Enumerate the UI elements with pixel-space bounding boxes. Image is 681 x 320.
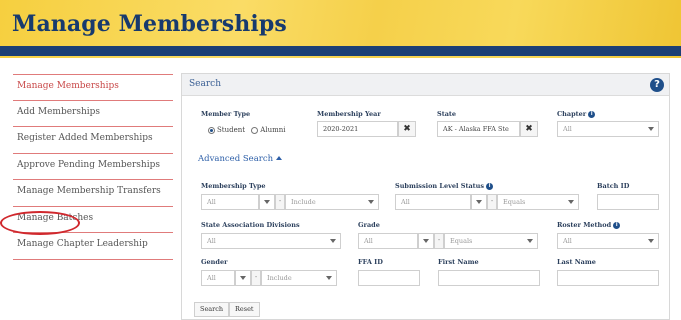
- search-panel-header: Search ?: [182, 74, 669, 96]
- chevron-down-icon: [476, 200, 482, 204]
- sidebar-item-add-memberships[interactable]: Add Memberships: [13, 101, 173, 127]
- gender-select[interactable]: All: [201, 270, 235, 286]
- search-panel: Search ? Member Type Student Alumni Memb…: [181, 73, 670, 320]
- membership-type-label: Membership Type: [201, 182, 266, 190]
- roster-method-select[interactable]: All: [557, 233, 659, 249]
- gender-operator[interactable]: Include: [261, 270, 337, 286]
- sidebar-item-approve-pending[interactable]: Approve Pending Memberships: [13, 154, 173, 180]
- gender-operator-value: Include: [267, 274, 292, 282]
- reset-button[interactable]: Reset: [229, 302, 260, 317]
- gender-dropdown[interactable]: [235, 270, 251, 286]
- membership-year-label: Membership Year: [317, 110, 381, 118]
- header-banner: Manage Memberships: [0, 0, 681, 58]
- chapter-label: Chapter i: [557, 110, 596, 118]
- info-icon[interactable]: i: [486, 182, 494, 190]
- submission-status-value: All: [401, 198, 410, 206]
- ffa-id-label: FFA ID: [358, 258, 383, 266]
- chevron-down-icon: [326, 276, 332, 280]
- submission-status-operator-value: Equals: [503, 198, 526, 206]
- submission-status-label: Submission Level Status i: [395, 182, 494, 190]
- grade-select[interactable]: All: [358, 233, 418, 249]
- last-name-label: Last Name: [557, 258, 596, 266]
- membership-type-dropdown[interactable]: [259, 194, 275, 210]
- grade-dropdown[interactable]: [418, 233, 434, 249]
- grade-operator-value: Equals: [450, 237, 473, 245]
- roster-method-label: Roster Method i: [557, 221, 621, 229]
- chevron-down-icon: [527, 239, 533, 243]
- info-icon[interactable]: i: [588, 110, 596, 118]
- sidebar-item-transfers[interactable]: Manage Membership Transfers: [13, 180, 173, 207]
- chevron-up-icon: [276, 156, 283, 160]
- radio-alumni-label: Alumni: [260, 126, 286, 134]
- chevron-down-icon: [240, 276, 246, 280]
- membership-year-select[interactable]: 2020-2021: [317, 121, 398, 137]
- chapter-select-value: All: [563, 125, 572, 133]
- grade-value: All: [364, 237, 373, 245]
- advanced-search-toggle[interactable]: Advanced Search: [198, 154, 283, 164]
- grade-label: Grade: [358, 221, 380, 229]
- membership-type-value: All: [207, 198, 216, 206]
- chapter-label-text: Chapter: [557, 110, 587, 118]
- advanced-search-label: Advanced Search: [198, 154, 274, 164]
- chevron-down-icon: [648, 127, 654, 131]
- submission-status-select[interactable]: All: [395, 194, 471, 210]
- grade-operator[interactable]: Equals: [444, 233, 538, 249]
- highlight-circle-annotation: [0, 211, 80, 235]
- chapter-select[interactable]: All: [557, 121, 659, 137]
- search-panel-title: Search: [189, 79, 221, 89]
- membership-type-operator[interactable]: Include: [285, 194, 379, 210]
- radio-student[interactable]: [208, 126, 215, 134]
- first-name-input[interactable]: [438, 270, 540, 286]
- membership-type-operator-value: Include: [291, 198, 316, 206]
- radio-alumni[interactable]: [251, 126, 259, 134]
- grade-dash: -: [434, 233, 444, 249]
- gender-label: Gender: [201, 258, 228, 266]
- batch-id-input[interactable]: [597, 194, 659, 210]
- radio-student-label: Student: [217, 126, 246, 134]
- page-title: Manage Memberships: [12, 11, 287, 37]
- state-label: State: [437, 110, 457, 118]
- state-divisions-value: All: [207, 237, 216, 245]
- search-button[interactable]: Search: [194, 302, 230, 317]
- chevron-down-icon: [568, 200, 574, 204]
- submission-status-operator[interactable]: Equals: [497, 194, 579, 210]
- chevron-down-icon: [368, 200, 374, 204]
- state-clear-button[interactable]: ✖: [520, 121, 538, 137]
- roster-method-value: All: [563, 237, 572, 245]
- membership-type-dash: -: [275, 194, 285, 210]
- roster-method-label-text: Roster Method: [557, 221, 612, 229]
- info-icon[interactable]: i: [613, 221, 621, 229]
- gender-value: All: [207, 274, 216, 282]
- member-type-label: Member Type: [201, 110, 251, 118]
- sidebar-item-manage-memberships[interactable]: Manage Memberships: [13, 74, 173, 101]
- state-divisions-label: State Association Divisions: [201, 221, 300, 229]
- chevron-down-icon: [264, 200, 270, 204]
- header-stripe: [0, 46, 681, 56]
- chevron-down-icon: [330, 239, 336, 243]
- membership-type-select[interactable]: All: [201, 194, 259, 210]
- sidebar-item-chapter-leadership[interactable]: Manage Chapter Leadership: [13, 233, 173, 260]
- membership-year-clear-button[interactable]: ✖: [398, 121, 416, 137]
- submission-status-dash: -: [487, 194, 497, 210]
- member-type-radios: Student Alumni: [208, 126, 285, 134]
- batch-id-label: Batch ID: [597, 182, 630, 190]
- ffa-id-input[interactable]: [358, 270, 420, 286]
- first-name-label: First Name: [438, 258, 479, 266]
- state-select[interactable]: AK - Alaska FFA Ste: [437, 121, 520, 137]
- chevron-down-icon: [423, 239, 429, 243]
- gender-dash: -: [251, 270, 261, 286]
- help-icon[interactable]: ?: [650, 78, 664, 92]
- sidebar-item-register-added[interactable]: Register Added Memberships: [13, 127, 173, 154]
- submission-status-label-text: Submission Level Status: [395, 182, 485, 190]
- submission-status-dropdown[interactable]: [471, 194, 487, 210]
- state-divisions-select[interactable]: All: [201, 233, 341, 249]
- chevron-down-icon: [648, 239, 654, 243]
- last-name-input[interactable]: [557, 270, 659, 286]
